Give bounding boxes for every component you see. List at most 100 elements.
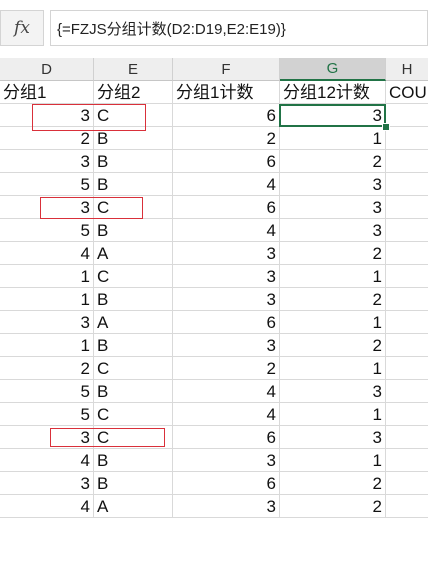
cell-f[interactable]: 4 xyxy=(173,380,280,403)
cell-f[interactable]: 6 xyxy=(173,472,280,495)
cell-e[interactable]: A xyxy=(94,495,173,518)
cell-d[interactable]: 2 xyxy=(0,127,94,150)
cell-f[interactable]: 4 xyxy=(173,173,280,196)
column-header-g[interactable]: G xyxy=(280,58,386,81)
cell-g[interactable]: 2 xyxy=(280,334,386,357)
cell-g[interactable]: 2 xyxy=(280,472,386,495)
cell-g[interactable]: 3 xyxy=(280,219,386,242)
cell-g[interactable]: 1 xyxy=(280,449,386,472)
cell-e[interactable]: C xyxy=(94,104,173,127)
cell-e[interactable]: C xyxy=(94,403,173,426)
cell-g[interactable]: 3 xyxy=(280,173,386,196)
cell-e[interactable]: B xyxy=(94,472,173,495)
cell-f-header[interactable]: 分组1计数 xyxy=(173,81,280,104)
cell-d[interactable]: 4 xyxy=(0,242,94,265)
cell-g[interactable]: 1 xyxy=(280,357,386,380)
cell-h[interactable] xyxy=(386,219,428,242)
cell-h[interactable] xyxy=(386,472,428,495)
cell-h[interactable] xyxy=(386,311,428,334)
fill-handle[interactable] xyxy=(382,123,390,131)
cell-h[interactable] xyxy=(386,196,428,219)
cell-g[interactable]: 2 xyxy=(280,150,386,173)
cell-h[interactable] xyxy=(386,403,428,426)
cell-d[interactable]: 1 xyxy=(0,265,94,288)
cell-f[interactable]: 6 xyxy=(173,150,280,173)
cell-f[interactable]: 3 xyxy=(173,242,280,265)
cell-f[interactable]: 6 xyxy=(173,104,280,127)
cell-g[interactable]: 3 xyxy=(280,426,386,449)
cell-h[interactable] xyxy=(386,173,428,196)
cell-d[interactable]: 3 xyxy=(0,150,94,173)
fx-icon[interactable]: fx xyxy=(0,10,44,46)
cell-e[interactable]: B xyxy=(94,150,173,173)
cell-g[interactable]: 2 xyxy=(280,288,386,311)
cell-f[interactable]: 4 xyxy=(173,403,280,426)
cell-d[interactable]: 3 xyxy=(0,196,94,219)
cell-f[interactable]: 3 xyxy=(173,449,280,472)
cell-h[interactable] xyxy=(386,242,428,265)
cell-e[interactable]: B xyxy=(94,288,173,311)
cell-g[interactable]: 1 xyxy=(280,127,386,150)
cell-f[interactable]: 3 xyxy=(173,288,280,311)
cell-h[interactable] xyxy=(386,150,428,173)
cell-g[interactable]: 3 xyxy=(280,380,386,403)
cell-f[interactable]: 3 xyxy=(173,495,280,518)
cell-h[interactable] xyxy=(386,288,428,311)
cell-h[interactable] xyxy=(386,334,428,357)
cell-d[interactable]: 3 xyxy=(0,311,94,334)
cell-d-header[interactable]: 分组1 xyxy=(0,81,94,104)
cell-d[interactable]: 5 xyxy=(0,219,94,242)
cell-e[interactable]: A xyxy=(94,311,173,334)
column-header-d[interactable]: D xyxy=(0,58,94,81)
cell-f[interactable]: 2 xyxy=(173,357,280,380)
cell-e[interactable]: C xyxy=(94,426,173,449)
cell-h[interactable] xyxy=(386,265,428,288)
cell-g[interactable]: 1 xyxy=(280,403,386,426)
cell-e[interactable]: B xyxy=(94,127,173,150)
cell-d[interactable]: 5 xyxy=(0,173,94,196)
cell-e[interactable]: B xyxy=(94,334,173,357)
cell-h[interactable] xyxy=(386,104,428,127)
cell-g[interactable]: 1 xyxy=(280,265,386,288)
cell-d[interactable]: 3 xyxy=(0,426,94,449)
cell-f[interactable]: 2 xyxy=(173,127,280,150)
cell-g[interactable]: 2 xyxy=(280,242,386,265)
cell-h[interactable] xyxy=(386,426,428,449)
cell-e[interactable]: B xyxy=(94,173,173,196)
cell-e[interactable]: B xyxy=(94,449,173,472)
cell-d[interactable]: 4 xyxy=(0,495,94,518)
cell-g[interactable]: 3 xyxy=(280,104,386,127)
cell-g-header[interactable]: 分组12计数 xyxy=(280,81,386,104)
column-header-f[interactable]: F xyxy=(173,58,280,81)
cell-e[interactable]: C xyxy=(94,357,173,380)
cell-g[interactable]: 1 xyxy=(280,311,386,334)
cell-g[interactable]: 2 xyxy=(280,495,386,518)
cell-h[interactable] xyxy=(386,357,428,380)
cell-h[interactable] xyxy=(386,449,428,472)
cell-e[interactable]: A xyxy=(94,242,173,265)
cell-f[interactable]: 4 xyxy=(173,219,280,242)
cell-g[interactable]: 3 xyxy=(280,196,386,219)
cell-e[interactable]: C xyxy=(94,196,173,219)
cell-d[interactable]: 3 xyxy=(0,472,94,495)
cell-d[interactable]: 2 xyxy=(0,357,94,380)
cell-h-header[interactable]: COUN xyxy=(386,81,428,104)
column-header-e[interactable]: E xyxy=(94,58,173,81)
cell-d[interactable]: 5 xyxy=(0,403,94,426)
formula-input[interactable]: {=FZJS分组计数(D2:D19,E2:E19)} xyxy=(50,10,428,46)
cell-e-header[interactable]: 分组2 xyxy=(94,81,173,104)
cell-e[interactable]: B xyxy=(94,219,173,242)
cell-d[interactable]: 3 xyxy=(0,104,94,127)
cell-h[interactable] xyxy=(386,495,428,518)
cell-f[interactable]: 3 xyxy=(173,265,280,288)
cell-f[interactable]: 6 xyxy=(173,196,280,219)
cell-d[interactable]: 1 xyxy=(0,334,94,357)
cell-f[interactable]: 3 xyxy=(173,334,280,357)
cell-f[interactable]: 6 xyxy=(173,311,280,334)
column-header-h[interactable]: H xyxy=(386,58,428,81)
cell-e[interactable]: B xyxy=(94,380,173,403)
cell-h[interactable] xyxy=(386,127,428,150)
cell-d[interactable]: 1 xyxy=(0,288,94,311)
cell-h[interactable] xyxy=(386,380,428,403)
cell-e[interactable]: C xyxy=(94,265,173,288)
